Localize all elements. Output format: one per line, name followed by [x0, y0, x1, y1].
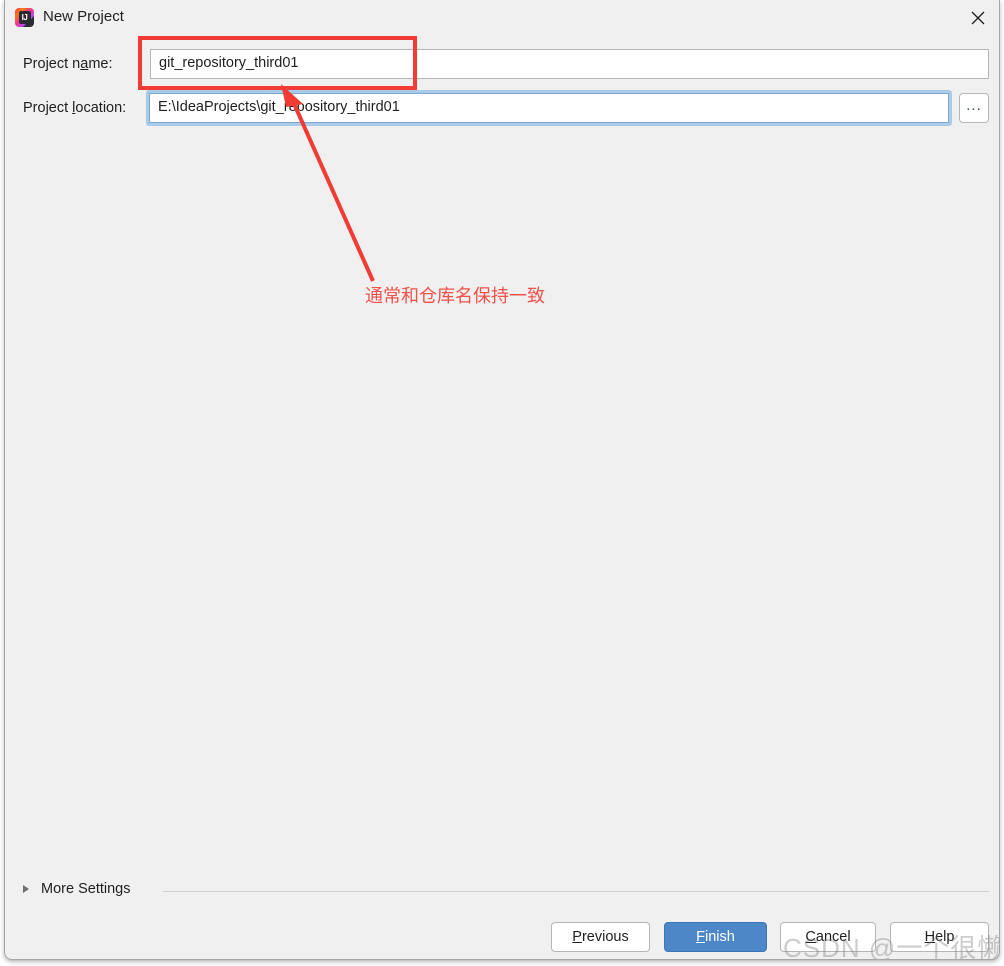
chevron-right-icon [23, 885, 29, 893]
annotation-arrow [281, 84, 375, 282]
more-settings-divider [163, 891, 989, 892]
title-bar: IJ New Project [5, 0, 999, 36]
new-project-dialog: IJ New Project Project name: git_reposit… [4, 0, 1000, 960]
help-button[interactable]: Help [890, 922, 989, 952]
close-icon[interactable] [955, 0, 999, 32]
previous-button[interactable]: Previous [551, 922, 650, 952]
project-location-field-wrapper: E:\IdeaProjects\git_repository_third01 [146, 90, 952, 126]
more-settings-label: More Settings [41, 881, 131, 897]
browse-location-button[interactable]: ... [959, 93, 989, 123]
window-title: New Project [43, 8, 124, 25]
cancel-button[interactable]: Cancel [780, 922, 876, 952]
project-name-input[interactable]: git_repository_third01 [150, 49, 989, 79]
intellij-idea-icon: IJ [15, 8, 34, 27]
finish-button[interactable]: Finish [664, 922, 767, 952]
browse-button-label: ... [966, 97, 982, 114]
project-name-label: Project name: [23, 56, 113, 72]
project-location-input[interactable]: E:\IdeaProjects\git_repository_third01 [149, 93, 949, 123]
project-location-label: Project location: [23, 100, 127, 116]
annotation-text: 通常和仓库名保持一致 [365, 286, 545, 306]
